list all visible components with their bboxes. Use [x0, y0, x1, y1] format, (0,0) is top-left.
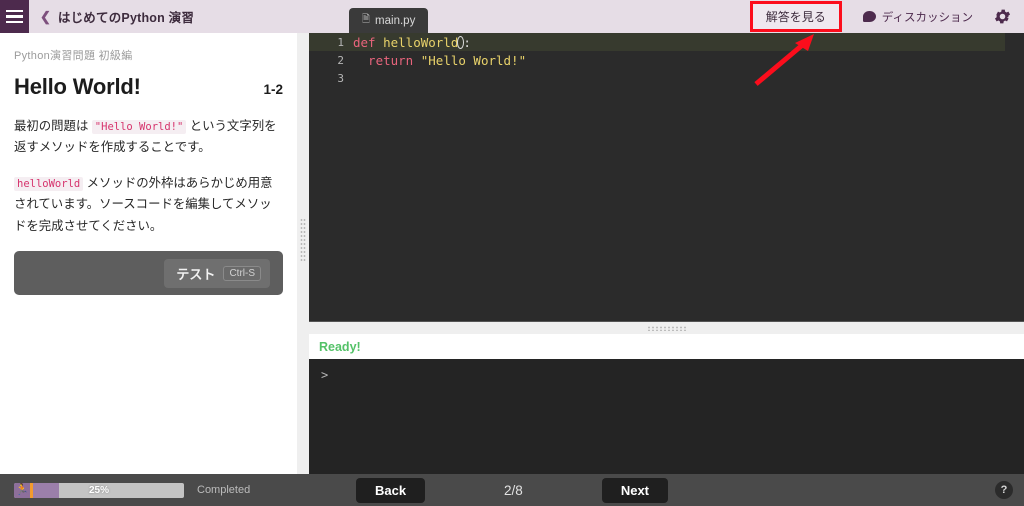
- gear-icon[interactable]: [993, 7, 1012, 26]
- token-function-name: helloWorld: [375, 34, 459, 50]
- completed-label: Completed: [197, 484, 251, 496]
- paragraph1-text-a: 最初の問題は: [14, 119, 92, 133]
- token-string: "Hello World!": [413, 52, 527, 68]
- discussion-label: ディスカッション: [881, 11, 973, 24]
- progress-section: 🏃 25% Completed: [14, 482, 251, 498]
- line-number: 3: [337, 71, 344, 85]
- code-editor[interactable]: 1 def helloWorld: 2 return "Hello World!…: [309, 33, 1024, 321]
- status-strip: Ready!: [309, 334, 1024, 359]
- line-number: 2: [337, 53, 344, 67]
- hamburger-icon[interactable]: [0, 0, 29, 33]
- line-number: 1: [337, 35, 344, 49]
- splitter-header-gap: [297, 0, 309, 33]
- horizontal-splitter[interactable]: [309, 321, 1024, 334]
- file-icon: 🗎: [362, 14, 371, 25]
- code-line-content: def helloWorld:: [353, 35, 471, 50]
- progress-percent-label: 25%: [88, 484, 109, 496]
- page-title: Hello World!: [14, 74, 141, 99]
- progress-bar: 🏃 25%: [14, 482, 184, 498]
- show-answer-button[interactable]: 解答を見る: [749, 1, 842, 32]
- next-button[interactable]: Next: [601, 477, 669, 503]
- token-punctuation: :: [463, 34, 471, 50]
- code-line-3[interactable]: 3: [309, 69, 1024, 87]
- question-mark-icon[interactable]: ?: [995, 481, 1013, 499]
- console-prompt: >: [321, 368, 329, 382]
- code-line-1[interactable]: 1 def helloWorld:: [309, 33, 1024, 51]
- back-button[interactable]: Back: [355, 477, 426, 503]
- code-line-content: return "Hello World!": [353, 53, 526, 68]
- vertical-splitter[interactable]: [297, 33, 309, 474]
- page-indicator: 2/8: [504, 482, 523, 498]
- bottom-toolbar: 🏃 25% Completed Back 2/8 Next ?: [0, 474, 1024, 506]
- inline-code-hello-world: "Hello World!": [91, 120, 187, 134]
- chevron-left-icon[interactable]: ❮: [40, 10, 51, 23]
- console-output[interactable]: >: [309, 359, 1024, 493]
- problem-panel: ❮ はじめてのPython 演習 Python演習問題 初級編 Hello Wo…: [0, 0, 297, 474]
- problem-number: 1-2: [263, 82, 283, 97]
- tab-label: main.py: [375, 14, 416, 27]
- problem-panel-header: ❮ はじめてのPython 演習: [0, 0, 297, 33]
- horizontal-splitter-grip[interactable]: [646, 325, 687, 331]
- status-badge: Ready!: [319, 339, 361, 354]
- description-paragraph-2: helloWorld メソッドの外枠はあらかじめ用意されています。ソースコードを…: [14, 173, 283, 237]
- token-keyword: return: [353, 52, 414, 68]
- editor-header-actions: 解答を見る ディスカッション: [749, 0, 1016, 33]
- token-keyword: def: [353, 34, 376, 50]
- course-title: はじめてのPython 演習: [57, 11, 195, 25]
- description-paragraph-1: 最初の問題は "Hello World!" という文字列を返すメソッドを作成する…: [14, 116, 283, 159]
- speech-bubble-icon: [862, 11, 876, 22]
- category-label: Python演習問題 初級編: [14, 50, 133, 62]
- test-button-label: テスト: [176, 266, 216, 282]
- tab-main-py[interactable]: 🗎 main.py: [349, 8, 429, 33]
- vertical-splitter-grip[interactable]: [300, 218, 306, 262]
- editor-header: 🗎 main.py 解答を見る ディスカッション: [309, 0, 1024, 33]
- discussion-button[interactable]: ディスカッション: [859, 7, 977, 27]
- editor-panel: 🗎 main.py 解答を見る ディスカッション 1 def helloWorl…: [309, 0, 1024, 493]
- problem-title-row: Hello World! 1-2: [14, 74, 283, 100]
- test-action-bar: テスト Ctrl-S: [14, 251, 283, 296]
- app-root: ❮ はじめてのPython 演習 Python演習問題 初級編 Hello Wo…: [0, 0, 1024, 506]
- test-button[interactable]: テスト Ctrl-S: [164, 258, 270, 288]
- test-shortcut-badge: Ctrl-S: [223, 265, 261, 281]
- problem-body: Python演習問題 初級編 Hello World! 1-2 最初の問題は "…: [0, 33, 297, 296]
- code-line-2[interactable]: 2 return "Hello World!": [309, 51, 1024, 69]
- inline-code-method-name: helloWorld: [14, 176, 84, 191]
